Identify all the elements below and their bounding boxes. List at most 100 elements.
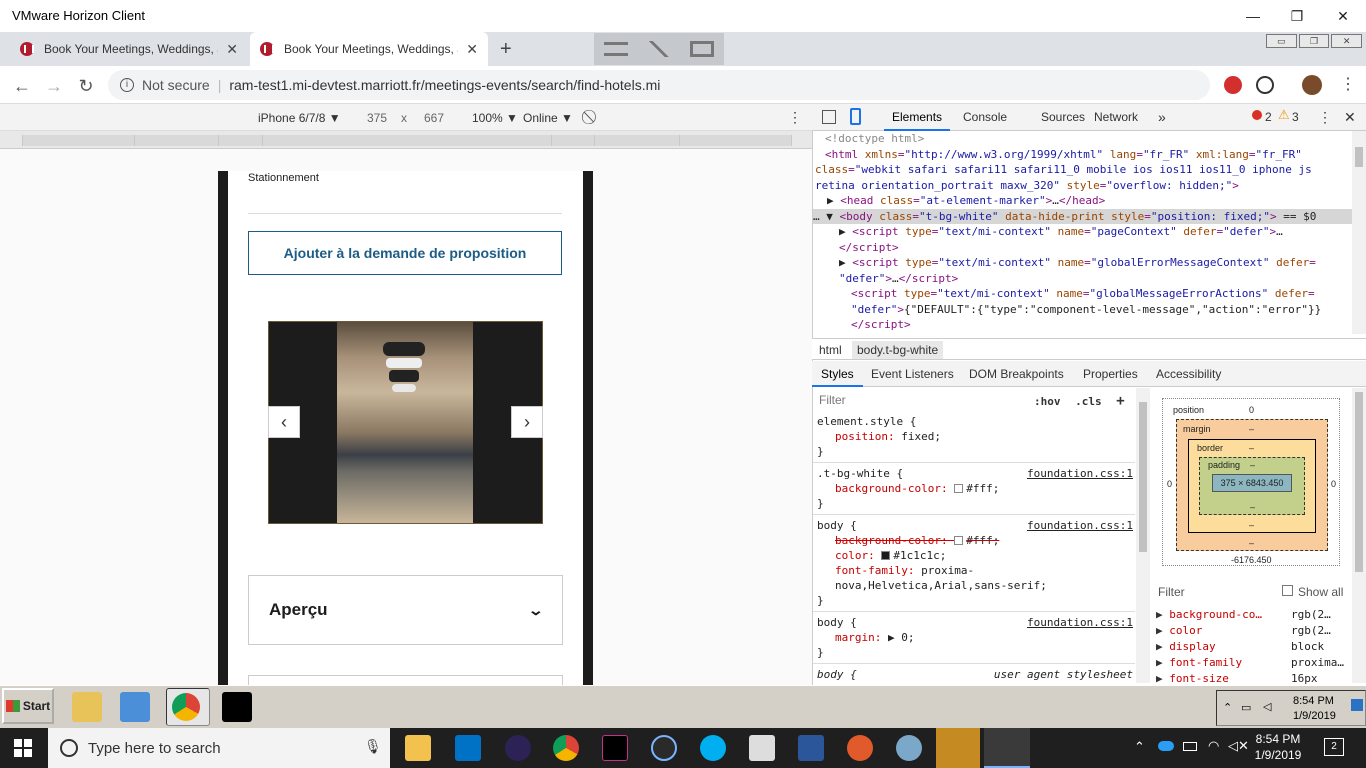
tray-expand-icon[interactable]: ⌃ [1223,701,1232,714]
win-tray-expand-icon[interactable]: ⌃ [1134,739,1145,755]
tool-icon[interactable] [847,735,873,761]
network-icon[interactable]: ▭ [1241,701,1251,714]
vm-minimize-button[interactable]: ▭ [1266,34,1297,48]
url-text[interactable]: ram-test1.mi-devtest.marriott.fr/meeting… [229,77,660,93]
property-value[interactable]: ▶ 0; [888,631,915,644]
breadcrumb-html[interactable]: html [819,343,842,357]
style-rule[interactable]: body {user agent stylesheetdisplay: bloc… [813,664,1135,683]
onedrive-icon[interactable] [1158,741,1174,751]
tab-properties[interactable]: Properties [1074,361,1147,387]
profile-avatar[interactable] [1302,75,1322,95]
display-icon[interactable] [690,41,715,57]
browser-tab-active[interactable]: Book Your Meetings, Weddings, and ✕ [250,32,488,66]
style-property[interactable]: color: #1c1c1c; [817,548,1131,563]
tab-sources[interactable]: Sources [1033,104,1093,131]
win-clock[interactable]: 8:54 PM 1/9/2019 [1250,731,1306,763]
device-select[interactable]: iPhone 6/7/8 ▼ [258,111,341,125]
expand-arrow-icon[interactable]: ▶ [1156,608,1169,621]
breadcrumb-body[interactable]: body.t-bg-white [852,341,944,359]
volume-icon[interactable]: ◁ [1263,700,1271,713]
omnibox[interactable]: i Not secure | ram-test1.mi-devtest.marr… [108,70,1210,100]
property-value[interactable]: #fff; [966,482,999,495]
devtools-close-icon[interactable]: ✕ [1344,109,1356,126]
forward-button[interactable]: → [43,75,65,97]
style-property[interactable]: background-color: #fff; [817,533,1131,548]
microphone-icon[interactable]: 🎙 [364,738,382,755]
inspect-icon[interactable] [822,110,836,124]
media-query-ruler[interactable] [0,131,812,149]
property-name[interactable]: color [835,549,868,562]
show-desktop-icon[interactable] [1351,699,1363,711]
tab-network[interactable]: Network [1086,104,1146,131]
hov-toggle[interactable]: :hov [1034,395,1061,408]
outlook-icon[interactable] [455,735,481,761]
explorer-icon[interactable] [72,692,102,722]
eclipse-icon[interactable] [505,735,531,761]
computed-row[interactable]: ▶ font-size 16px [1156,671,1352,685]
maximize-button[interactable]: ❐ [1274,4,1320,28]
height-input[interactable]: 667 [424,111,444,125]
style-rule[interactable]: body {foundation.css:1 margin: ▶ 0;} [813,612,1135,664]
extension-s-icon[interactable] [1224,76,1242,94]
intellij-icon[interactable] [222,692,252,722]
style-property[interactable]: margin: ▶ 0; [817,630,1131,645]
disconnect-icon[interactable] [646,41,671,57]
vm-restore-button[interactable]: ❐ [1298,34,1330,48]
property-name[interactable]: position [835,430,888,443]
show-all-checkbox[interactable] [1282,585,1293,596]
close-tab-icon[interactable]: ✕ [466,41,478,58]
new-tab-button[interactable]: + [500,38,512,61]
zoom-select[interactable]: 100% ▼ [472,111,518,125]
minimize-button[interactable]: — [1230,4,1276,28]
dom-scrollbar[interactable] [1352,131,1366,334]
notification-icon[interactable]: 2 [1324,738,1344,756]
info-icon[interactable]: i [120,78,134,92]
device-mode-icon[interactable] [850,108,861,125]
mute-icon[interactable]: ◁✕ [1228,738,1249,754]
property-name[interactable]: background-color [835,482,941,495]
rule-source-link[interactable]: foundation.css:1 [1027,466,1133,481]
expand-arrow-icon[interactable]: ▶ [1156,656,1169,669]
back-button[interactable]: ← [11,75,33,97]
style-property[interactable]: display: block; [817,682,1131,683]
photos-icon[interactable] [749,735,775,761]
close-window-button[interactable]: ✕ [1320,4,1366,28]
style-property[interactable]: background-color: #fff; [817,481,1131,496]
property-name[interactable]: font-family [835,564,908,577]
taskbar-search[interactable]: Type here to search 🎙 [48,728,390,768]
carousel-prev-button[interactable]: ‹ [268,406,300,438]
style-rule[interactable]: .t-bg-white {foundation.css:1 background-… [813,463,1135,515]
keepass-task[interactable] [936,728,980,768]
tab-event-listeners[interactable]: Event Listeners [862,361,963,387]
style-property[interactable]: position: fixed; [817,429,1131,444]
app-paint-icon[interactable] [896,735,922,761]
media-player-icon[interactable] [120,692,150,722]
style-rule[interactable]: body {foundation.css:1 background-color: … [813,515,1135,612]
word-icon[interactable] [798,735,824,761]
network-select[interactable]: Online ▼ [523,111,573,125]
warning-count[interactable]: 3 [1292,110,1299,124]
color-swatch-icon[interactable] [881,551,891,560]
rule-source-link[interactable]: foundation.css:1 [1027,615,1133,630]
close-tab-icon[interactable]: ✕ [226,41,238,58]
cls-toggle[interactable]: .cls [1075,395,1102,408]
computed-scrollbar[interactable] [1352,388,1366,683]
tab-styles[interactable]: Styles [812,361,863,387]
vmware-toolbar[interactable] [594,33,724,65]
reload-button[interactable]: ↻ [75,75,97,97]
property-name[interactable]: background-color [835,534,941,547]
property-value[interactable]: #fff; [966,534,999,547]
overview-accordion[interactable]: Aperçu ⌄ [248,575,563,645]
computed-row[interactable]: ▶ color rgb(2… [1156,623,1352,639]
dom-tree[interactable]: <!doctype html> <html xmlns="http://www.… [813,131,1353,334]
computed-row[interactable]: ▶ background-co… rgb(2… [1156,607,1352,623]
chrome-taskbar-icon[interactable] [553,735,579,761]
browser-tab[interactable]: Book Your Meetings, Weddings, and ✕ [10,32,248,66]
vm-close-button[interactable]: ✕ [1331,34,1363,48]
property-value[interactable]: #1c1c1c; [893,549,946,562]
file-explorer-icon[interactable] [405,735,431,761]
vmware-horizon-task[interactable] [984,728,1030,768]
expand-arrow-icon[interactable]: ▶ [1156,640,1169,653]
add-to-rfp-button[interactable]: Ajouter à la demande de proposition [248,231,562,275]
color-swatch-icon[interactable] [954,484,964,493]
